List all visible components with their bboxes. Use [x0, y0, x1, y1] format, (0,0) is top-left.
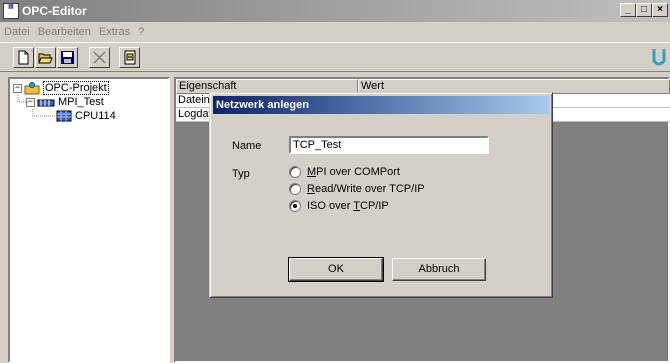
tree-connector-lines — [17, 95, 56, 117]
dialog-title-bar[interactable]: Netzwerk anlegen — [213, 96, 549, 114]
name-label: Name — [232, 140, 262, 152]
toolbar — [0, 42, 670, 72]
netzwerk-anlegen-dialog: Netzwerk anlegen Name TCP_Test Typ MPI o… — [209, 92, 553, 298]
abbruch-button[interactable]: Abbruch — [392, 258, 486, 281]
radio-iso-over-tcpip[interactable]: ISO over TCP/IP — [289, 200, 389, 212]
window-title: OPC-Editor — [22, 4, 87, 18]
open-folder-button[interactable] — [35, 47, 56, 68]
dialog-title: Netzwerk anlegen — [216, 99, 309, 111]
save-disk-icon — [61, 51, 74, 64]
maximize-button[interactable]: □ — [636, 3, 652, 17]
project-tree[interactable]: − OPC-Projekt − MPI_Test CPU114 — [8, 77, 170, 363]
radio-button[interactable] — [289, 183, 301, 195]
properties-button[interactable] — [119, 47, 140, 68]
menu-bearbeiten[interactable]: Bearbeiten — [34, 24, 95, 41]
radio-mpi-over-comport[interactable]: MPI over COMPort — [289, 166, 400, 178]
new-file-button[interactable] — [13, 47, 34, 68]
app-icon: ▦ — [3, 3, 19, 19]
radio-button-selected[interactable] — [289, 200, 301, 212]
name-input[interactable]: TCP_Test — [289, 136, 489, 154]
save-button[interactable] — [57, 47, 78, 68]
close-button[interactable]: × — [652, 3, 668, 17]
menu-bar: Datei Bearbeiten Extras ? — [0, 24, 148, 41]
radio-button[interactable] — [289, 166, 301, 178]
radio-label: ISO over TCP/IP — [307, 200, 389, 212]
menu-extras[interactable]: Extras — [95, 24, 134, 41]
delete-button[interactable] — [89, 47, 110, 68]
properties-icon — [124, 50, 136, 65]
menu-help[interactable]: ? — [134, 24, 148, 41]
ok-button[interactable]: OK — [288, 257, 384, 282]
brand-logo-icon — [652, 49, 666, 66]
minimize-button[interactable]: _ — [620, 3, 636, 17]
radio-read-write-over-tcpip[interactable]: Read/Write over TCP/IP — [289, 183, 425, 195]
type-label: Typ — [232, 168, 250, 180]
main-title-bar[interactable]: ▦ OPC-Editor _ □ × — [0, 0, 670, 22]
radio-label: Read/Write over TCP/IP — [307, 183, 425, 195]
delete-x-icon — [93, 51, 106, 64]
new-file-icon — [18, 50, 29, 65]
menu-datei[interactable]: Datei — [0, 24, 34, 41]
tree-item-label: CPU114 — [75, 110, 116, 122]
open-folder-icon — [38, 53, 53, 64]
radio-label: MPI over COMPort — [307, 166, 400, 178]
